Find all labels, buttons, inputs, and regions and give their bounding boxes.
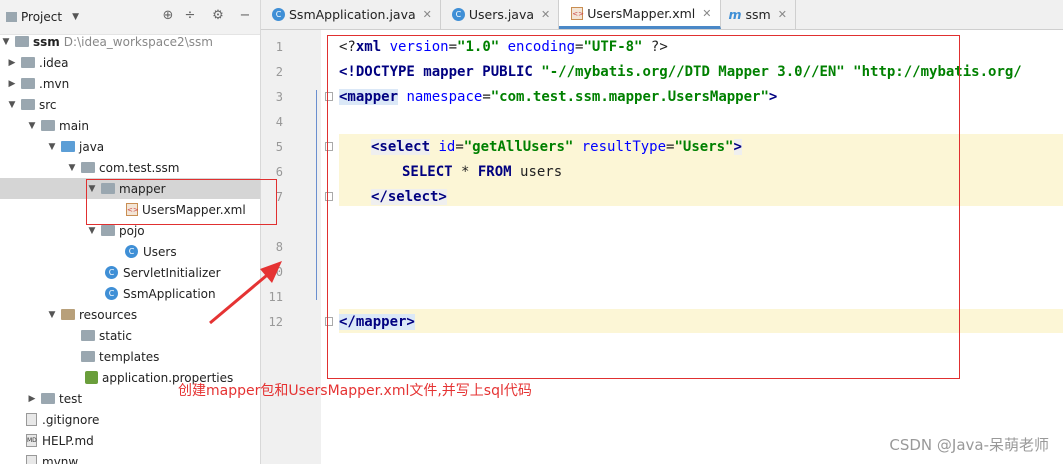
class-icon: C — [451, 8, 465, 21]
chevron-right-icon[interactable]: ▶ — [26, 394, 38, 404]
tree-label: src — [39, 97, 57, 112]
folder-icon — [15, 36, 29, 47]
highlight-box-code — [327, 35, 960, 379]
tree-label: main — [59, 118, 89, 133]
folder-icon — [21, 99, 35, 110]
project-panel-title[interactable]: Project — [21, 10, 62, 24]
chevron-down-icon[interactable]: ▼ — [0, 37, 12, 47]
tree-item-ssm[interactable]: ▼ ssm D:\idea_workspace2\ssm — [0, 31, 260, 52]
tree-label: test — [59, 391, 83, 406]
class-icon: C — [125, 245, 138, 258]
tree-item-main[interactable]: ▼ main — [0, 115, 260, 136]
line-number: 4 — [275, 115, 283, 129]
tab-ssm-application[interactable]: C SsmApplication.java ✕ — [261, 0, 441, 29]
tab-label: UsersMapper.xml — [587, 5, 696, 21]
line-number: 2 — [275, 65, 283, 79]
tree-label: mvnw — [42, 454, 79, 464]
line-number: 5 — [275, 140, 283, 154]
source-folder-icon — [61, 141, 75, 152]
close-icon[interactable]: ✕ — [541, 8, 550, 21]
text-file-icon — [26, 455, 37, 464]
line-number: 8 — [275, 240, 283, 254]
tree-label: templates — [99, 349, 160, 364]
close-icon[interactable]: ✕ — [778, 8, 787, 21]
gear-icon[interactable]: ⚙ — [210, 8, 226, 24]
tree-item-mvn[interactable]: ▶ .mvn — [0, 73, 260, 94]
package-icon — [81, 162, 95, 173]
tree-label: static — [99, 328, 132, 343]
tree-label: .idea — [39, 55, 69, 70]
tree-label: HELP.md — [42, 433, 94, 448]
minimize-icon[interactable]: − — [237, 8, 253, 24]
editor-tabs: C SsmApplication.java ✕ C Users.java ✕ <… — [261, 0, 1063, 30]
markdown-file-icon: MD — [26, 434, 37, 447]
spring-class-icon: C — [105, 287, 118, 300]
tab-label: ssm — [745, 7, 771, 22]
tab-users[interactable]: C Users.java ✕ — [441, 0, 560, 29]
class-icon: C — [105, 266, 118, 279]
tree-item-gitignore[interactable]: .gitignore — [0, 409, 260, 430]
watermark-text: CSDN @Java-呆萌老师 — [889, 436, 1049, 454]
folder-icon — [81, 330, 95, 341]
folder-icon — [41, 120, 55, 131]
tree-label: Users — [143, 244, 177, 259]
line-number: 3 — [275, 90, 283, 104]
chevron-down-icon[interactable]: ▼ — [86, 226, 98, 236]
tree-label: resources — [79, 307, 138, 322]
close-icon[interactable]: ✕ — [702, 7, 711, 20]
maven-icon: m — [728, 7, 742, 22]
folder-icon — [41, 393, 55, 404]
annotation-text: 创建mapper包和UsersMapper.xml文件,并写上sql代码 — [178, 383, 532, 399]
spring-class-icon: C — [272, 8, 285, 21]
folder-icon — [81, 351, 95, 362]
folder-icon — [21, 78, 35, 89]
text-file-icon — [26, 413, 37, 426]
chevron-right-icon[interactable]: ▶ — [6, 58, 18, 68]
tab-users-mapper-xml[interactable]: <> UsersMapper.xml ✕ — [559, 0, 721, 29]
tree-label: .mvn — [39, 76, 70, 91]
tree-item-idea[interactable]: ▶ .idea — [0, 52, 260, 73]
chevron-down-icon[interactable]: ▼ — [66, 163, 78, 173]
project-path: D:\idea_workspace2\ssm — [63, 34, 213, 49]
tree-item-java[interactable]: ▼ java — [0, 136, 260, 157]
locate-icon[interactable]: ⊕ — [160, 8, 176, 24]
chevron-down-icon[interactable]: ▼ — [46, 310, 58, 320]
tab-label: Users.java — [468, 7, 535, 22]
chevron-down-icon[interactable]: ▼ — [26, 121, 38, 131]
tree-label: java — [79, 139, 105, 154]
resources-folder-icon — [61, 309, 75, 320]
xml-file-icon: <> — [571, 6, 584, 20]
collapse-icon[interactable]: ÷ — [182, 8, 198, 24]
annotation-arrow — [209, 261, 282, 325]
line-number: 1 — [275, 40, 283, 54]
close-icon[interactable]: ✕ — [423, 8, 432, 21]
fold-guide-line — [316, 90, 317, 300]
chevron-down-icon[interactable]: ▼ — [46, 142, 58, 152]
tree-label: com.test.ssm — [99, 160, 180, 175]
tree-item-src[interactable]: ▼ src — [0, 94, 260, 115]
tree-label: ssm — [33, 34, 60, 49]
tree-label: pojo — [119, 223, 145, 238]
highlight-box-tree — [86, 179, 277, 225]
line-number: 6 — [275, 165, 283, 179]
tree-item-mvnw[interactable]: mvnw — [0, 451, 260, 464]
project-view-icon — [6, 12, 17, 22]
tree-item-package[interactable]: ▼ com.test.ssm — [0, 157, 260, 178]
tab-label: SsmApplication.java — [289, 7, 416, 22]
package-icon — [101, 225, 115, 236]
chevron-right-icon[interactable]: ▶ — [6, 79, 18, 89]
chevron-down-icon[interactable]: ▼ — [72, 12, 79, 22]
folder-icon — [21, 57, 35, 68]
properties-file-icon — [85, 371, 98, 384]
chevron-down-icon[interactable]: ▼ — [6, 100, 18, 110]
tree-item-help-md[interactable]: MD HELP.md — [0, 430, 260, 451]
tree-label: .gitignore — [42, 412, 100, 427]
tab-ssm[interactable]: m ssm ✕ — [721, 0, 796, 29]
tree-item-templates[interactable]: templates — [0, 346, 260, 367]
